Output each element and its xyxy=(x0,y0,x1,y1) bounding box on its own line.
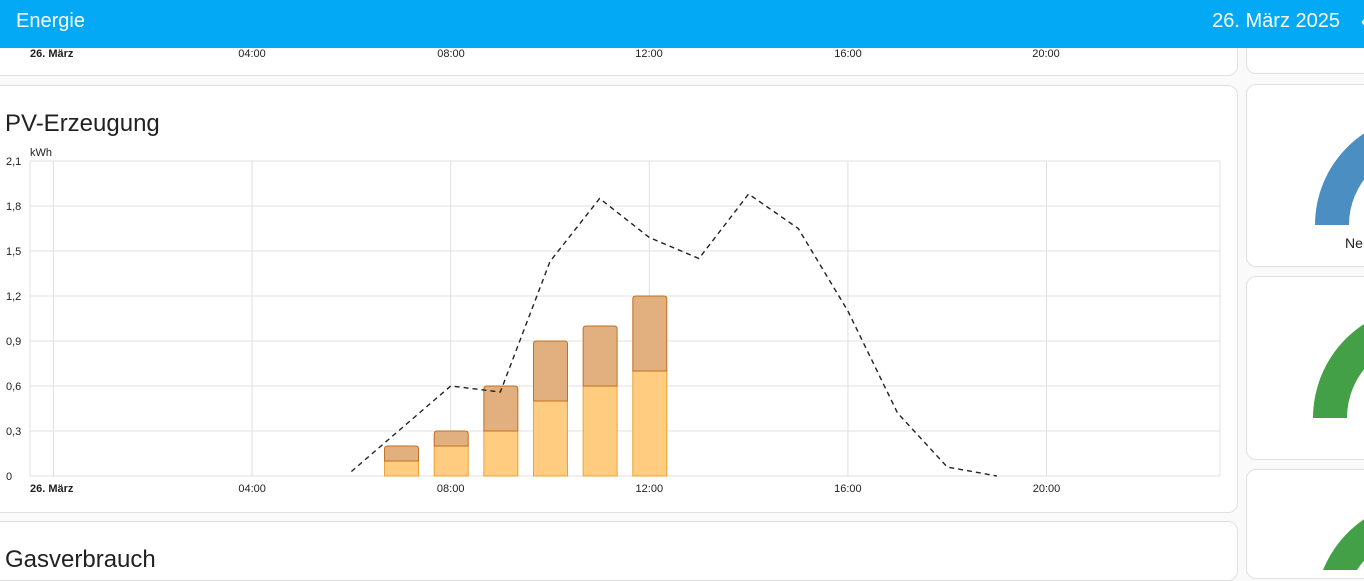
bar-segment xyxy=(483,385,519,432)
y-tick-label: 0 xyxy=(6,471,12,483)
x-tick-label: 08:00 xyxy=(437,483,465,495)
gauge-label: Ne xyxy=(1345,235,1363,251)
y-tick-label: 0,6 xyxy=(6,381,21,393)
bar-segment xyxy=(533,400,568,477)
bar-segment xyxy=(632,295,668,372)
gas-consumption-card: Gasverbrauch xyxy=(0,521,1238,581)
gauge-chart xyxy=(1313,324,1364,418)
card-title: Gasverbrauch xyxy=(5,546,156,573)
gauge-card[interactable] xyxy=(1246,469,1364,579)
y-tick-label: 1,5 xyxy=(6,246,21,258)
x-tick-label: 04:00 xyxy=(238,483,266,495)
gauge-card[interactable]: Ne xyxy=(1246,84,1364,267)
bar-segment xyxy=(582,325,618,387)
y-tick-label: 2,1 xyxy=(6,156,21,168)
gauge-arc xyxy=(1323,519,1364,570)
gauge-arc xyxy=(1315,133,1364,225)
gauge-chart xyxy=(1323,519,1364,570)
y-tick-label: 1,2 xyxy=(6,291,21,303)
bar-segment xyxy=(384,445,420,462)
bar-segment xyxy=(533,340,568,402)
y-tick-label: 1,8 xyxy=(6,201,21,213)
x-tick-label: 20:00 xyxy=(1033,483,1061,495)
bar-segment xyxy=(433,445,469,477)
date-picker-label[interactable]: 26. März 2025 xyxy=(1212,10,1340,33)
top-app-bar: Energie 26. März 2025 ‹ xyxy=(0,0,1364,48)
bar-segment xyxy=(433,430,469,447)
app-title: Energie xyxy=(16,10,85,32)
gauge-arc xyxy=(1313,324,1364,418)
y-tick-label: 0,9 xyxy=(6,336,21,348)
x-tick-label: 26. März xyxy=(30,483,74,495)
gauge-card[interactable] xyxy=(1246,276,1364,460)
bar-segment xyxy=(483,430,519,477)
x-tick-label: 16:00 xyxy=(834,483,862,495)
pv-generation-chart[interactable]: 0 0,3 0,6 0,9 1,2 1,5 1,8 2,1 26. März 04:00 08:00… xyxy=(0,0,1240,520)
bar-segment xyxy=(384,460,420,477)
bar-segment xyxy=(582,385,618,477)
y-tick-label: 0,3 xyxy=(6,426,21,438)
x-tick-label: 12:00 xyxy=(636,483,664,495)
bar-segment xyxy=(632,370,668,477)
y-axis-unit: kWh xyxy=(30,147,52,159)
